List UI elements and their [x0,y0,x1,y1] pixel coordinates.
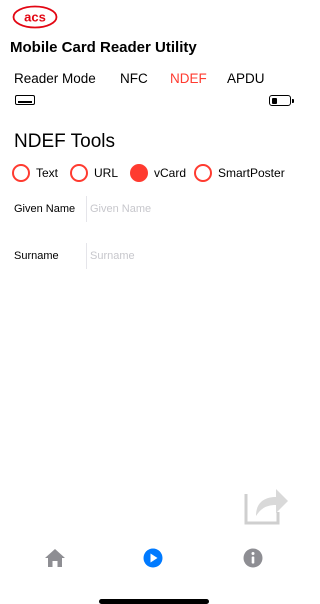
info-icon [243,548,263,568]
tab-reader-mode[interactable]: Reader Mode [14,71,96,86]
radio-vcard[interactable]: vCard [130,164,186,182]
mode-tabs: Reader Mode NFC NDEF APDU [0,71,291,91]
share-arrow-icon [244,489,288,525]
radio-label: SmartPoster [218,166,285,180]
battery-icon [269,95,294,106]
card-reader-icon [15,95,35,105]
home-indicator[interactable] [99,599,209,604]
surname-label: Surname [14,250,59,262]
radio-circle-icon [70,164,88,182]
field-divider [86,196,87,222]
acs-logo: acs [12,5,58,29]
radio-label: vCard [154,166,187,180]
tab-apdu[interactable]: APDU [227,71,265,86]
play-icon [143,548,163,568]
play-tab[interactable] [143,548,163,568]
given-name-input[interactable] [90,199,280,219]
radio-circle-icon [194,164,212,182]
radio-smartposter[interactable]: SmartPoster [194,164,285,182]
info-tab[interactable] [243,548,263,568]
given-name-label: Given Name [14,203,76,215]
radio-label: Text [36,166,59,180]
battery-level-fill [271,97,277,104]
home-icon [45,549,65,567]
radio-circle-icon [130,164,148,182]
home-tab[interactable] [44,548,66,568]
share-button[interactable] [243,482,290,526]
field-divider [86,243,87,269]
radio-text[interactable]: Text [12,164,58,182]
app-title: Mobile Card Reader Utility [10,39,197,56]
radio-url[interactable]: URL [70,164,118,182]
tab-ndef[interactable]: NDEF [170,71,207,86]
radio-circle-icon [12,164,30,182]
surname-input[interactable] [90,246,280,266]
tab-nfc[interactable]: NFC [120,71,148,86]
radio-label: URL [94,166,119,180]
ndef-tools-title: NDEF Tools [14,131,116,152]
record-type-selector: Text URL vCard SmartPoster [0,164,291,184]
svg-text:acs: acs [24,10,46,25]
